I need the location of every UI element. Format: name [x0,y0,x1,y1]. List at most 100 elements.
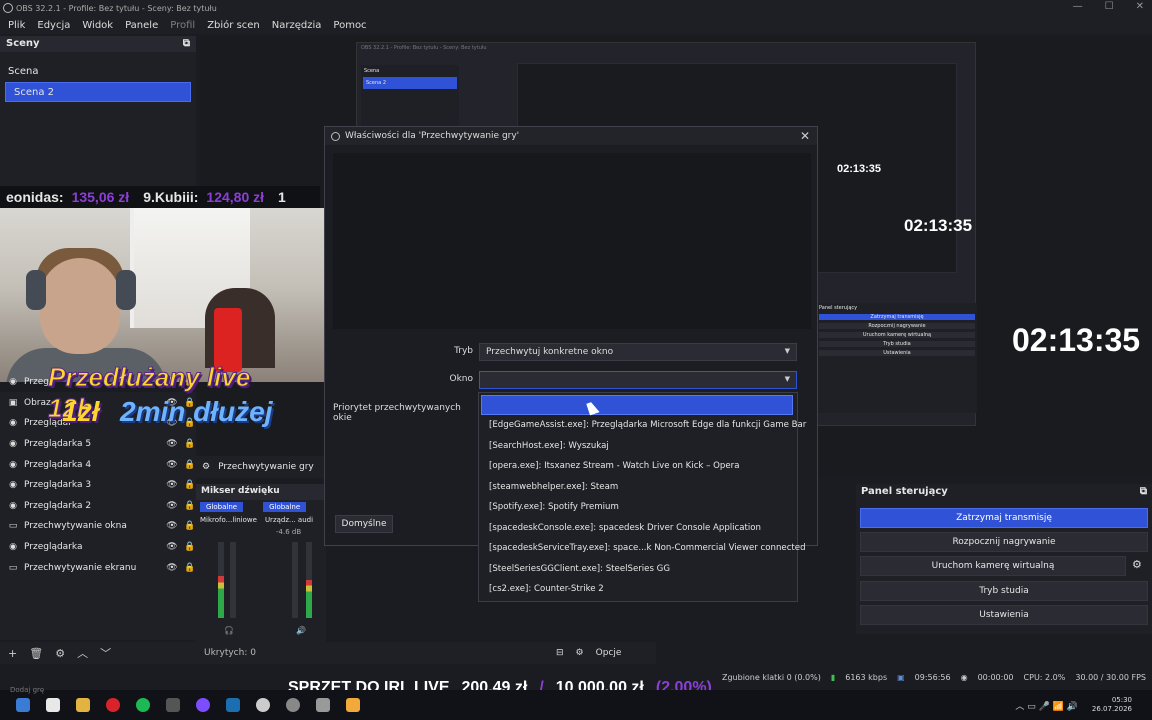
mixer-channel-desktop: Urządz... audi [264,516,314,524]
dropdown-option[interactable]: [spacedeskServiceTray.exe]: space...k No… [489,543,806,553]
mixer-title: Mikser dźwięku [196,484,326,500]
app-icon[interactable] [316,698,330,712]
start-virtual-camera-button[interactable]: Uruchom kamerę wirtualną [860,556,1126,576]
minimize-button[interactable]: — [1073,1,1083,12]
undock-icon[interactable]: ⧉ [1140,486,1147,498]
settings-app-icon[interactable] [256,698,270,712]
browser-icon: ◉ [9,377,17,388]
lock-icon[interactable]: 🔒 [184,480,196,490]
visibility-eye-icon[interactable]: 👁 [166,521,178,531]
visibility-eye-icon[interactable]: 👁 [166,563,178,573]
close-window-button[interactable]: ✕ [1136,1,1144,12]
source-name: Przeglądarka 5 [24,439,92,450]
obs-taskbar-icon[interactable] [286,698,300,712]
scene-item[interactable]: Scena [0,62,196,82]
file-explorer-icon[interactable] [76,698,90,712]
source-toolbar: ⚙ Przechwytywanie gry [196,456,326,478]
start-recording-button[interactable]: Rozpocznij nagrywanie [860,532,1148,552]
filters-icon[interactable]: ⚙ [576,648,584,658]
desktop-fader[interactable] [292,542,298,618]
clock-mid: 02:13:35 [904,216,973,235]
menu-edit[interactable]: Edycja [37,20,70,31]
mode-value: Przechwytuj konkretne okno [486,347,614,357]
menu-view[interactable]: Widok [82,20,113,31]
menu-profile[interactable]: Profil [170,20,195,31]
app-icon[interactable] [166,698,180,712]
speaker-icon[interactable]: 🔊 [296,626,306,635]
lock-icon[interactable]: 🔒 [184,460,196,470]
visibility-eye-icon[interactable]: 👁 [166,501,178,511]
discord-icon[interactable] [196,698,210,712]
tray-icons[interactable]: ︿ ▭ 🎤 📶 🔊 [1015,699,1078,712]
opera-icon[interactable] [106,698,120,712]
maximize-button[interactable]: ☐ [1105,1,1114,12]
scene-item-selected[interactable]: Scena 2 [5,82,191,102]
settings-button[interactable]: Ustawienia [860,605,1148,625]
lock-icon[interactable]: 🔒 [184,439,196,449]
source-item[interactable]: ◉ Przeglądarka 👁 🔒 [0,537,196,558]
source-item[interactable]: ▭ Przechwytywanie ekranu 👁 🔒 [0,557,196,578]
gear-icon[interactable]: ⚙ [202,462,210,472]
spotify-icon[interactable] [136,698,150,712]
move-down-button[interactable]: ﹀ [100,645,111,661]
visibility-eye-icon[interactable]: 👁 [166,439,178,449]
defaults-button[interactable]: Domyślne [335,515,393,533]
dropdown-option[interactable]: [opera.exe]: Itsxanez Stream - Watch Liv… [489,461,739,471]
menu-help[interactable]: Pomoc [333,20,366,31]
app-icon[interactable] [346,698,360,712]
clock-big: 02:13:35 [1012,322,1141,358]
source-item[interactable]: ◉ Przeglądarka 3 👁 🔒 [0,475,196,496]
stop-streaming-button[interactable]: Zatrzymaj transmisję [860,508,1148,528]
menu-tools[interactable]: Narzędzia [272,20,322,31]
rec-icon: ◉ [960,672,968,682]
source-settings-button[interactable]: ⚙ [55,647,65,660]
windows-start-icon[interactable] [16,698,30,712]
add-source-button[interactable]: + [8,647,17,660]
source-item[interactable]: ▭ Przechwytywanie okna 👁 🔒 [0,516,196,537]
mixer-tab-global[interactable]: Globalne [200,502,244,512]
store-icon[interactable] [46,698,60,712]
source-item[interactable]: ◉ Przeglądarka 4 👁 🔒 [0,454,196,475]
virtual-camera-settings-icon[interactable]: ⚙ [1132,558,1142,571]
rec-time: 00:00:00 [977,672,1014,682]
undock-icon[interactable]: ⧉ [183,38,190,50]
layout-icon[interactable]: ⊟ [556,648,564,658]
dropdown-option[interactable]: [EdgeGameAssist.exe]: Przeglądarka Micro… [489,420,806,430]
headphones-icon[interactable]: 🎧 [224,626,234,635]
dialog-close-button[interactable]: ✕ [800,129,810,143]
visibility-eye-icon[interactable]: 👁 [166,460,178,470]
nested-title: OBS 32.2.1 - Profile: Bez tytułu - Sceny… [361,45,487,51]
menu-file[interactable]: Plik [8,20,25,31]
dropdown-highlight-empty[interactable] [481,395,793,415]
source-item[interactable]: ◉ Przeglądarka 2 👁 🔒 [0,496,196,517]
lock-icon[interactable]: 🔒 [184,542,196,552]
scenes-header: Sceny ⧉ [0,36,196,52]
dropdown-option[interactable]: [spacedeskConsole.exe]: spacedesk Driver… [489,523,761,533]
steam-icon[interactable] [226,698,240,712]
dropdown-option[interactable]: [SteelSeriesGGClient.exe]: SteelSeries G… [489,564,670,574]
menu-docks[interactable]: Panele [125,20,158,31]
dropdown-option[interactable]: [SearchHost.exe]: Wyszukaj [489,441,609,451]
mic-fader[interactable] [230,542,236,618]
visibility-eye-icon[interactable]: 👁 [166,542,178,552]
lock-icon[interactable]: 🔒 [184,501,196,511]
dropdown-option[interactable]: [Spotify.exe]: Spotify Premium [489,502,619,512]
lock-icon[interactable]: 🔒 [184,563,196,573]
menu-scene-collection[interactable]: Zbiór scen [207,20,260,31]
donor2-name: 9.Kubiii: [143,189,199,205]
studio-mode-button[interactable]: Tryb studia [860,581,1148,601]
dropdown-option[interactable]: [cs2.exe]: Counter-Strike 2 [489,584,604,594]
mode-select[interactable]: Przechwytuj konkretne okno ▼ [479,343,797,361]
move-up-button[interactable]: ︿ [77,645,88,661]
controls-dock: Panel sterujący ⧉ Zatrzymaj transmisję R… [856,484,1152,634]
options-button[interactable]: Opcje [596,648,622,658]
cpu-usage: CPU: 2.0% [1023,672,1066,682]
fps: 30.00 / 30.00 FPS [1075,672,1146,682]
promo-overlay: Przedłużany live 12h 1zł 2min dłużej [40,360,290,440]
visibility-eye-icon[interactable]: 👁 [166,480,178,490]
remove-source-button[interactable]: 🗑 [29,647,43,660]
mixer-tab-global-2[interactable]: Globalne [263,502,307,512]
window-select[interactable]: ▼ [479,371,797,389]
dropdown-option[interactable]: [steamwebhelper.exe]: Steam [489,482,618,492]
lock-icon[interactable]: 🔒 [184,521,196,531]
